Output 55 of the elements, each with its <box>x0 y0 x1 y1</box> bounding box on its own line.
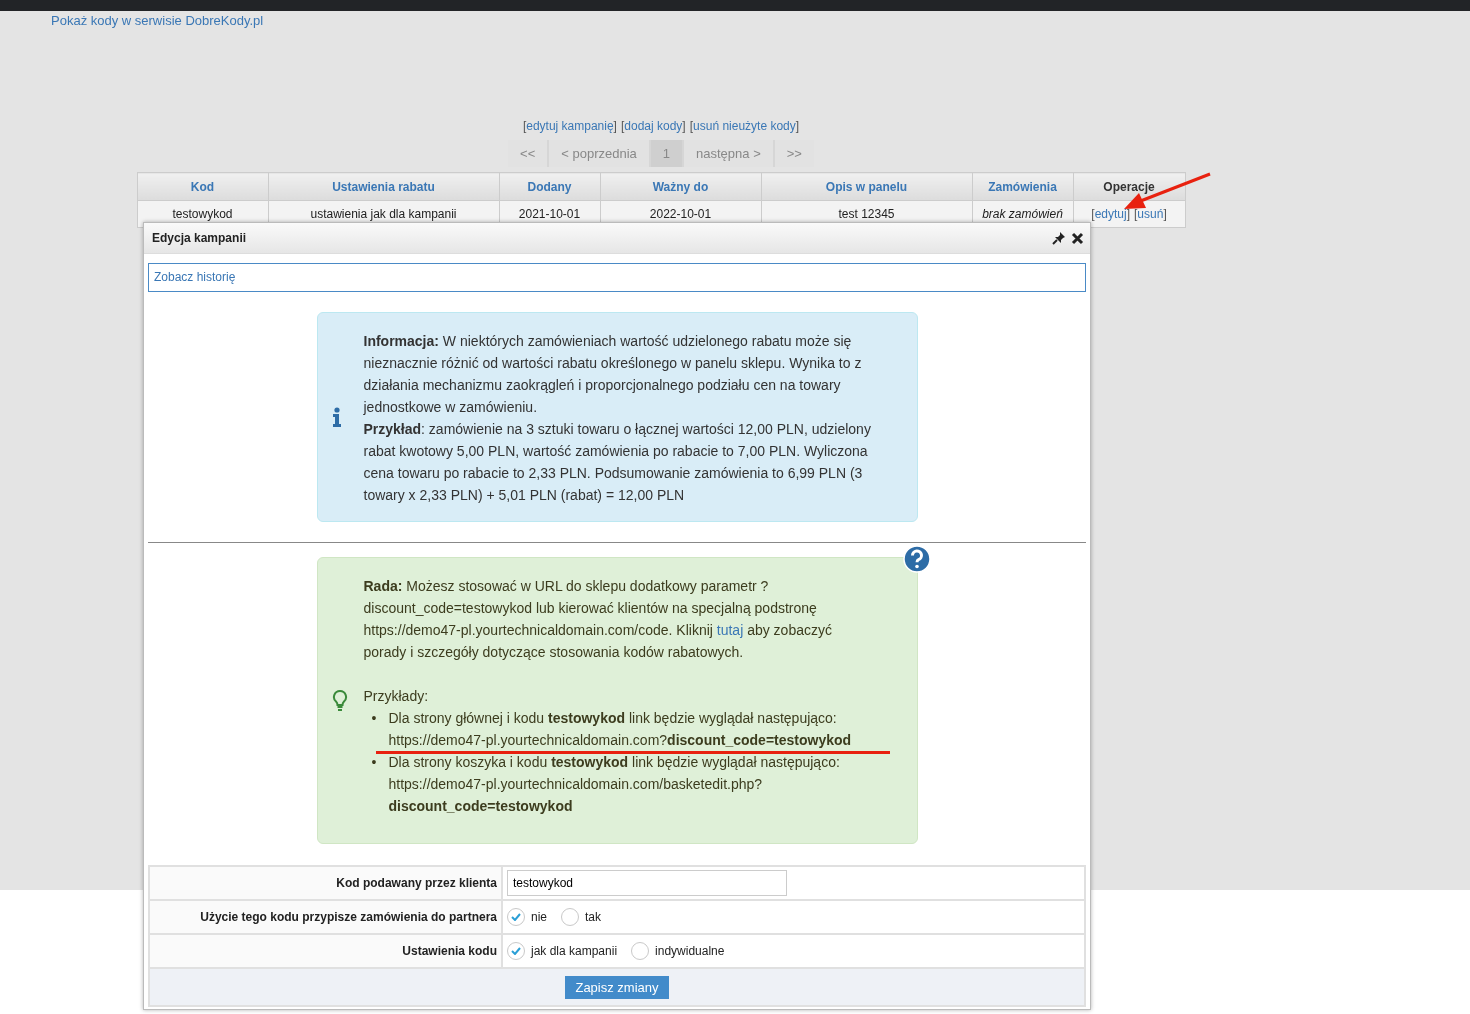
pager-button[interactable]: >> <box>774 140 814 167</box>
action-link[interactable]: edytuj kampanię <box>526 119 614 133</box>
radio-option[interactable]: jak dla kampanii <box>507 942 618 960</box>
lightbulb-icon <box>331 688 348 713</box>
column-header[interactable]: Ustawienia rabatu <box>268 172 499 201</box>
bracket: ] <box>682 119 686 133</box>
pager-button[interactable]: < poprzednia <box>549 140 649 167</box>
example-url: https://demo47-pl.yourtechnicaldomain.com?discount_code=testowykod <box>388 731 853 750</box>
bracket: [ <box>620 119 625 133</box>
check-icon <box>511 947 521 955</box>
check-icon <box>511 913 521 921</box>
form-label: Użycie tego kodu przypisze zamówienia do partnera <box>149 900 502 934</box>
radio-option[interactable]: nie <box>507 908 547 926</box>
bullet: • <box>371 753 377 772</box>
code-input-field[interactable]: testowykod <box>507 870 787 896</box>
bracket: ] <box>1163 207 1167 221</box>
bracket: [ <box>689 119 694 133</box>
example-text: Dla strony koszyka i kodu testowykod link będzie wyglądał następująco: <box>388 754 840 770</box>
form-label: Kod podawany przez klienta <box>149 866 502 900</box>
pager-button[interactable]: następna > <box>684 140 773 167</box>
tip-link[interactable]: tutaj <box>716 622 744 638</box>
history-link[interactable]: Zobacz historię <box>148 263 1086 292</box>
pager-button[interactable]: << <box>508 140 548 167</box>
column-header: Operacje <box>1073 172 1185 201</box>
column-header[interactable]: Dodany <box>499 172 600 201</box>
radio-option[interactable]: tak <box>561 908 602 926</box>
example-url: discount_code=testowykod <box>388 797 574 816</box>
info-text: Przykład: zamówienie na 3 sztuki towaru o łącznej wartości 12,00 PLN, udzielony rabat kwotowy 5,00 PLN, wartość zamówienia po rabacie to 7,00 PLN. Wyliczona cena towaru po rabacie to 2,33 PLN. Podsumowanie zamówienia to 6,99 PLN (3 towary x 2,33 PLN) + 5,01 PLN (rabat) = 12,00 PLN <box>363 420 872 505</box>
bracket: ] <box>613 119 617 133</box>
tip-text: Rada: Możesz stosować w URL do sklepu dodatkowy parametr ? discount_code=testowykod lub kierować klientów na specjalną podstronę https://demo47-pl.yourtechnicaldomain.com/code. Kliknij tutaj aby zobaczyć porady i szczegóły dotyczące stosowania kodów rabatowych. <box>363 577 833 662</box>
example-url: https://demo47-pl.yourtechnicaldomain.com/basketedit.php? <box>388 775 764 794</box>
bracket: [ <box>522 119 527 133</box>
info-icon <box>331 407 342 427</box>
form-label: Ustawienia kodu <box>149 934 502 968</box>
help-icon[interactable] <box>902 545 931 573</box>
bracket: ] <box>1126 207 1130 221</box>
save-button[interactable]: Zapisz zmiany <box>565 975 669 999</box>
top-link[interactable]: Pokaż kody w serwisie DobreKody.pl <box>51 14 264 28</box>
example-text: Dla strony głównej i kodu testowykod link będzie wyglądał następująco: <box>388 710 837 726</box>
radio-option[interactable]: indywidualne <box>631 942 725 960</box>
column-header[interactable]: Opis w panelu <box>761 172 972 201</box>
bracket: ] <box>795 119 800 133</box>
bracket: [ <box>1091 207 1095 221</box>
close-icon[interactable] <box>1071 231 1084 245</box>
info-text: Informacja: W niektórych zamówieniach wartość udzielonego rabatu może się nieznacznie różnić od wartości rabatu określonego w panelu sklepu. Wynika to z działania mechanizmu zaokrągleń i proporcjonalnego podziału cen na towary jednostkowe w zamówieniu. <box>363 332 863 417</box>
bracket: [ <box>1134 207 1138 221</box>
bullet: • <box>371 709 377 728</box>
column-header[interactable]: Ważny do <box>600 172 761 201</box>
action-link[interactable]: usuń nieużyte kody <box>693 119 796 133</box>
examples-label: Przykłady: <box>363 687 430 706</box>
pin-icon[interactable] <box>1052 231 1066 245</box>
dialog-title: Edycja kampanii <box>152 231 248 245</box>
column-header[interactable]: Kod <box>137 172 268 201</box>
column-header[interactable]: Zamówienia <box>972 172 1073 201</box>
pager-button[interactable]: 1 <box>650 140 683 167</box>
